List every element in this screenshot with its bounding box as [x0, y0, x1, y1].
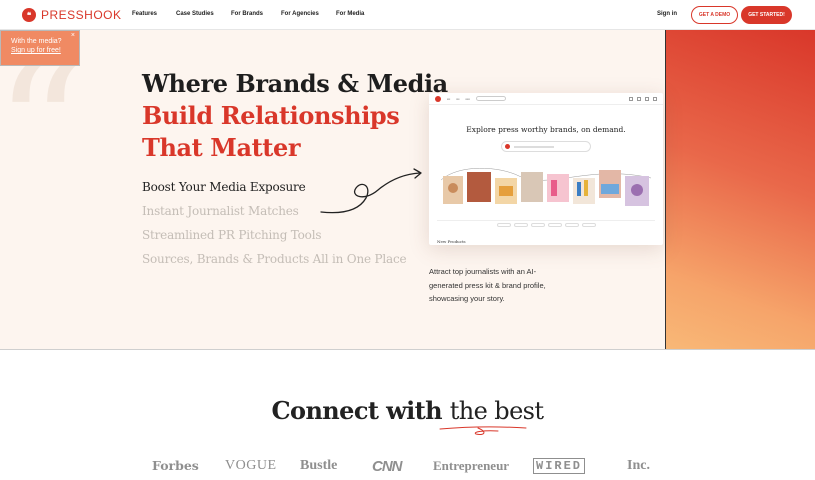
bustle-logo: Bustle	[300, 458, 338, 473]
nav-link-features[interactable]: Features	[132, 11, 176, 17]
headline-line-1: Where Brands & Media	[142, 69, 448, 98]
connect-heading: Connect with the best	[0, 396, 815, 425]
media-signup-toast: With the media? Sign up for free! ×	[0, 30, 80, 66]
product-mockup: ▪▪▪ ▪▪▪ ▪▪▪▪ Explore press worthy brands…	[429, 93, 663, 245]
mockup-logo-icon	[435, 95, 441, 102]
top-nav: ❝ PRESSHOOK Features Case Studies For Br…	[0, 0, 815, 30]
mockup-category-chips	[497, 223, 596, 227]
mockup-icon	[653, 96, 657, 101]
presshook-logo[interactable]: ❝ PRESSHOOK	[22, 8, 122, 22]
nav-links: Features Case Studies For Brands For Age…	[132, 11, 376, 17]
benefit-item-all-in-one[interactable]: Sources, Brands & Products All in One Pl…	[142, 252, 407, 276]
presshook-quote-icon: ❝	[22, 8, 36, 22]
mockup-search-input	[501, 141, 591, 152]
mockup-product-images	[439, 168, 653, 208]
mockup-search-icon	[505, 144, 510, 149]
nav-link-case-studies[interactable]: Case Studies	[176, 11, 231, 17]
forbes-logo: Forbes	[152, 458, 199, 473]
mockup-section-title: New Products	[437, 239, 466, 244]
mockup-tab: ▪▪▪	[456, 96, 460, 101]
cnn-logo: CNN	[372, 458, 402, 475]
nav-link-for-brands[interactable]: For Brands	[231, 11, 281, 17]
toast-text: With the media?	[11, 38, 62, 45]
mockup-icon	[629, 96, 633, 101]
mockup-tab: ▪▪▪	[447, 96, 451, 101]
mockup-icon	[645, 96, 649, 101]
get-a-demo-button[interactable]: GET A DEMO	[691, 6, 738, 24]
curly-arrow-icon	[320, 168, 422, 214]
mockup-thumbnails	[440, 168, 652, 206]
close-icon[interactable]: ×	[71, 32, 75, 39]
wired-logo: WIRED	[533, 458, 586, 474]
decorative-quote-icon: “	[0, 30, 87, 234]
mockup-caption: Attract top journalists with an AI-gener…	[429, 267, 546, 303]
entrepreneur-logo: Entrepreneur	[433, 458, 510, 473]
nav-link-for-agencies[interactable]: For Agencies	[281, 11, 336, 17]
vogue-logo: VOGUE	[225, 458, 277, 473]
mockup-divider	[437, 220, 655, 221]
get-started-button[interactable]: GET STARTED!	[741, 6, 792, 24]
mockup-icon	[637, 96, 641, 101]
connect-prefix: Connect with	[271, 396, 443, 425]
mockup-search-field	[475, 96, 506, 101]
mockup-title: Explore press worthy brands, on demand.	[466, 125, 626, 134]
mockup-navbar: ▪▪▪ ▪▪▪ ▪▪▪▪	[429, 93, 663, 105]
headline-line-2: Build Relationships	[142, 101, 400, 130]
hero-gradient-panel	[665, 30, 815, 349]
mockup-tab: ▪▪▪▪	[465, 96, 470, 101]
mockup-icons	[629, 96, 663, 101]
press-logo-row: Forbes VOGUE Bustle CNN Entrepreneur WIR…	[0, 458, 815, 478]
logo-wordmark: PRESSHOOK	[41, 8, 122, 22]
sign-in-link[interactable]: Sign in	[657, 11, 677, 17]
nav-link-for-media[interactable]: For Media	[336, 11, 376, 17]
toast-signup-link[interactable]: Sign up for free!	[11, 47, 79, 54]
hero-headline: Where Brands & Media Build Relationships…	[142, 68, 448, 164]
connect-emphasis: the best	[449, 397, 544, 425]
benefit-item-pitching-tools[interactable]: Streamlined PR Pitching Tools	[142, 228, 406, 252]
hero-divider	[0, 349, 815, 350]
red-underline-swoosh	[439, 426, 527, 435]
inc-logo: Inc.	[627, 458, 650, 473]
